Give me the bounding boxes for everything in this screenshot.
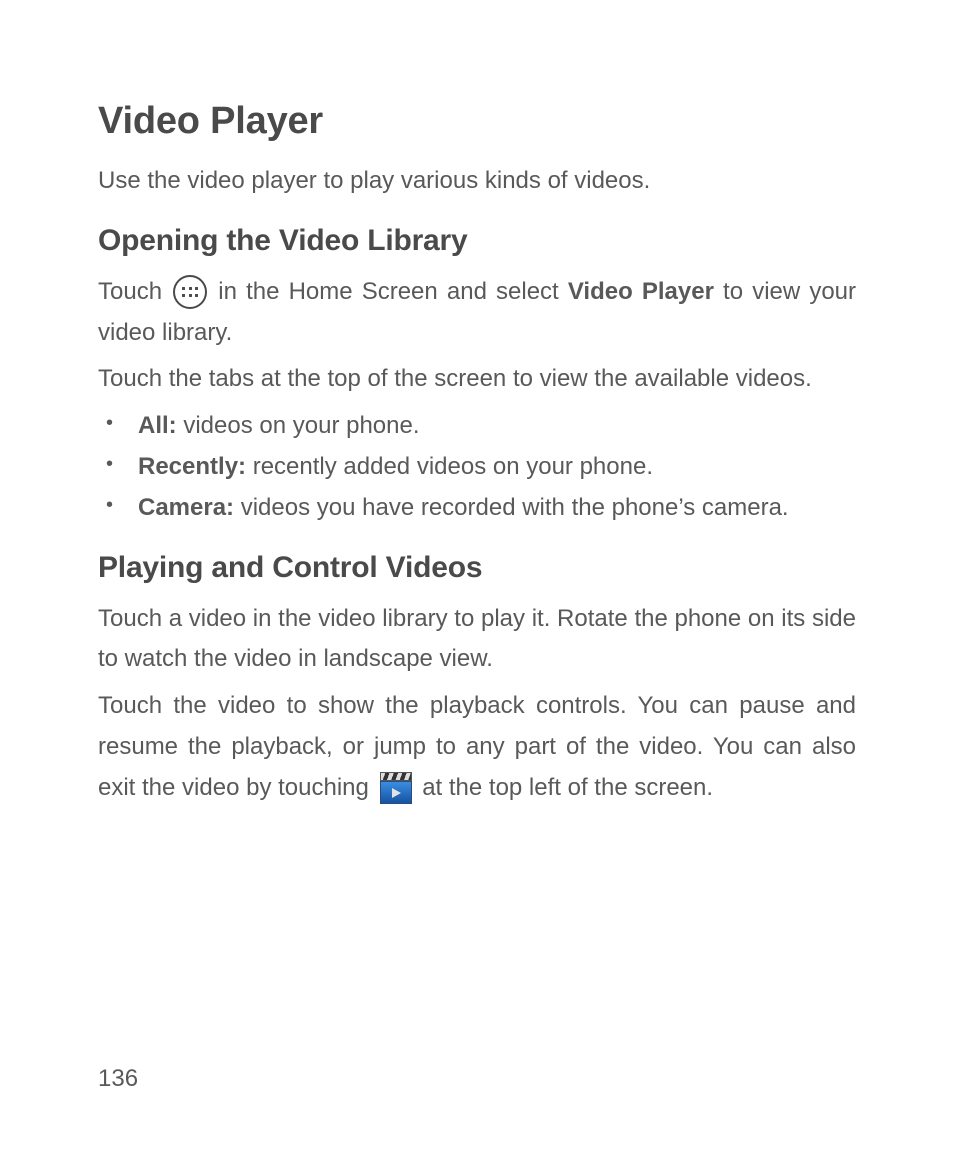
bullet-label: All:: [138, 412, 177, 439]
library-paragraph-1: Touch in the Home Screen and select Vide…: [98, 272, 856, 354]
bullet-desc: videos you have recorded with the phone’…: [234, 494, 789, 521]
section-heading-library: Opening the Video Library: [98, 224, 856, 258]
apps-grid-icon: [173, 275, 207, 309]
page-number: 136: [98, 1065, 138, 1093]
list-item: Camera: videos you have recorded with th…: [98, 488, 856, 529]
text-fragment: at the top left of the screen.: [422, 774, 713, 801]
page-content: Video Player Use the video player to pla…: [0, 0, 954, 1153]
list-item: All: videos on your phone.: [98, 406, 856, 447]
clapperboard-play-icon: [380, 772, 412, 804]
section-heading-playing: Playing and Control Videos: [98, 551, 856, 585]
bullet-desc: videos on your phone.: [177, 412, 420, 439]
bullet-label: Camera:: [138, 494, 234, 521]
text-fragment: Touch: [98, 278, 171, 305]
page-title: Video Player: [98, 100, 856, 143]
tabs-bullet-list: All: videos on your phone. Recently: rec…: [98, 406, 856, 528]
intro-paragraph: Use the video player to play various kin…: [98, 161, 856, 202]
bullet-label: Recently:: [138, 453, 246, 480]
playing-paragraph-1: Touch a video in the video library to pl…: [98, 599, 856, 681]
playing-paragraph-2: Touch the video to show the playback con…: [98, 686, 856, 808]
list-item: Recently: recently added videos on your …: [98, 447, 856, 488]
text-bold: Video Player: [568, 278, 714, 305]
text-fragment: in the Home Screen and select: [218, 278, 568, 305]
bullet-desc: recently added videos on your phone.: [246, 453, 653, 480]
library-paragraph-2: Touch the tabs at the top of the screen …: [98, 359, 856, 400]
